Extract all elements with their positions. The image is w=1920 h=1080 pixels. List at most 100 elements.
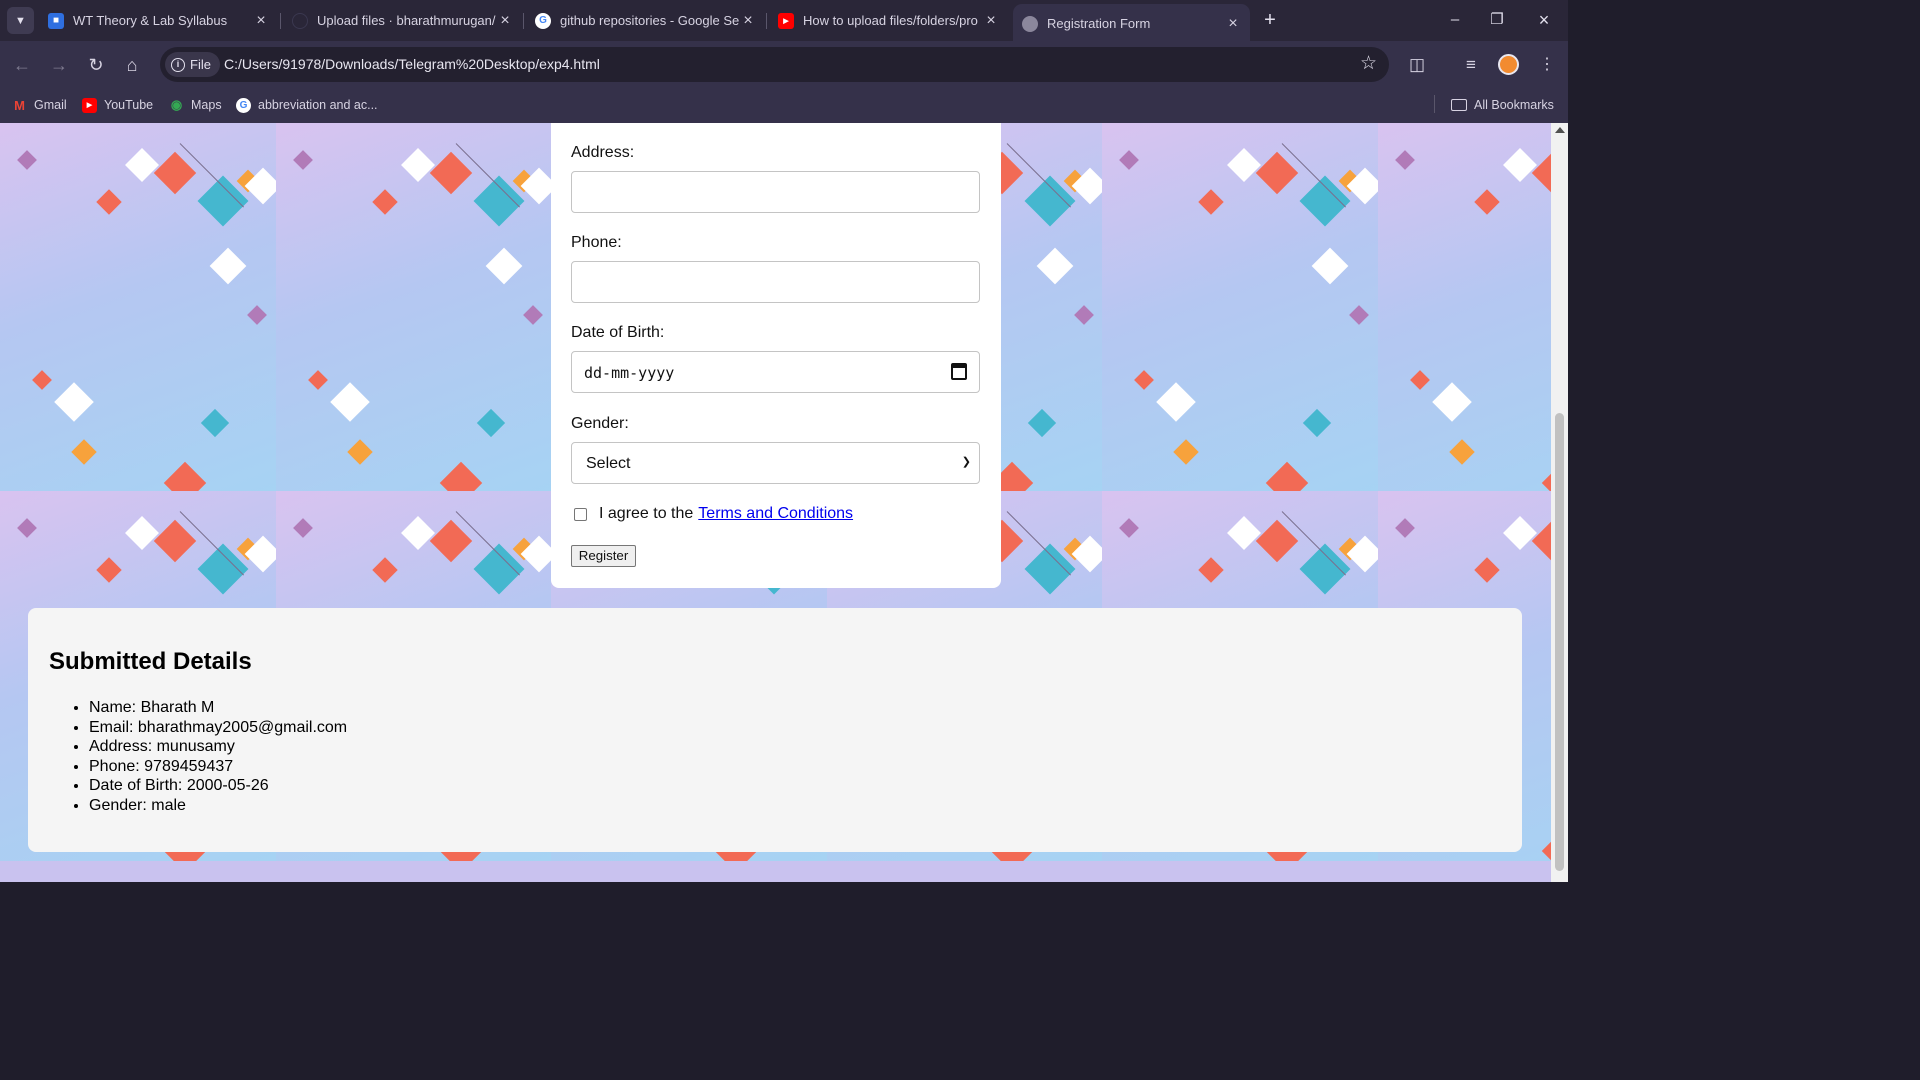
submitted-details-panel: Submitted Details Name: Bharath M Email:…: [28, 608, 1522, 852]
diamond-shape: [1027, 408, 1057, 438]
close-icon[interactable]: ×: [496, 12, 514, 30]
address-bar[interactable]: i File C:/Users/91978/Downloads/Telegram…: [160, 47, 1389, 82]
pattern-tile: [1102, 123, 1378, 493]
diamond-shape: [1198, 557, 1224, 583]
diamond-shape: [125, 516, 159, 550]
gender-select[interactable]: Select ❯: [571, 442, 980, 484]
details-heading: Submitted Details: [49, 648, 252, 675]
all-bookmarks-button[interactable]: All Bookmarks: [1451, 95, 1554, 115]
google-icon: G: [236, 97, 251, 113]
terms-link[interactable]: Terms and Conditions: [698, 505, 853, 523]
diamond-shape: [125, 148, 159, 182]
tab-registration-form[interactable]: Registration Form ×: [1013, 4, 1250, 41]
registration-form: Address: Phone: Date of Birth: dd-mm-yyy…: [551, 123, 1001, 588]
dob-input[interactable]: dd-mm-yyyy: [571, 351, 980, 393]
scroll-up-icon[interactable]: [1555, 127, 1565, 133]
info-icon: i: [171, 57, 185, 72]
terms-row: I agree to the Terms and Conditions: [574, 505, 853, 523]
page-viewport: Address: Phone: Date of Birth: dd-mm-yyy…: [0, 123, 1568, 882]
browser-toolbar: ← → ↻ ⌂ i File C:/Users/91978/Downloads/…: [0, 41, 1568, 87]
dob-label: Date of Birth:: [571, 324, 665, 341]
diamond-shape: [1119, 150, 1139, 170]
diamond-shape: [96, 189, 122, 215]
bookmark-youtube[interactable]: ▶ YouTube: [82, 95, 153, 115]
diamond-shape: [372, 189, 398, 215]
dob-placeholder: dd-mm-yyyy: [584, 364, 675, 382]
bookmark-maps[interactable]: ◉ Maps: [169, 95, 222, 115]
diamond-shape: [247, 305, 267, 325]
diamond-shape: [429, 519, 473, 563]
address-input[interactable]: [571, 171, 980, 213]
close-icon[interactable]: ×: [982, 12, 1000, 30]
diamond-shape: [17, 518, 37, 538]
diamond-shape: [1395, 150, 1415, 170]
register-button[interactable]: Register: [571, 545, 636, 567]
bookmark-star-icon[interactable]: ☆: [1360, 52, 1377, 75]
close-icon[interactable]: ×: [1224, 15, 1242, 33]
diamond-shape: [1349, 305, 1369, 325]
diamond-shape: [347, 439, 373, 465]
scrollbar-thumb[interactable]: [1555, 413, 1564, 871]
site-info-chip[interactable]: i File: [165, 52, 220, 77]
tab-divider: [523, 13, 524, 29]
maps-pin-icon: ◉: [170, 97, 183, 112]
youtube-icon: ▶: [82, 97, 97, 113]
diamond-shape: [372, 557, 398, 583]
bookmark-abbreviation[interactable]: G abbreviation and ac...: [236, 95, 378, 115]
media-controls-icon[interactable]: ≡: [1459, 53, 1483, 77]
new-tab-button[interactable]: +: [1259, 9, 1281, 31]
back-button[interactable]: ←: [10, 53, 34, 77]
gender-selected-value: Select: [586, 455, 631, 472]
diamond-shape: [153, 151, 197, 195]
forward-button[interactable]: →: [47, 53, 71, 77]
page-scrollbar[interactable]: [1551, 123, 1568, 882]
google-icon: G: [535, 12, 551, 29]
detail-phone: Phone: 9789459437: [89, 757, 347, 777]
more-menu-icon[interactable]: ⋮: [1535, 53, 1559, 77]
diamond-shape: [308, 370, 328, 390]
url-text[interactable]: C:/Users/91978/Downloads/Telegram%20Desk…: [224, 56, 600, 72]
diamond-shape: [1449, 439, 1475, 465]
diamond-shape: [1432, 382, 1472, 422]
home-button[interactable]: ⌂: [120, 53, 144, 77]
folder-icon: [1451, 99, 1467, 111]
diamond-shape: [17, 150, 37, 170]
address-label: Address:: [571, 144, 635, 161]
diamond-shape: [1311, 247, 1349, 285]
chevron-down-icon: ❯: [961, 456, 971, 468]
diamond-shape: [1503, 516, 1537, 550]
diamond-shape: [1265, 461, 1309, 493]
bookmark-label: Gmail: [34, 98, 67, 112]
google-sites-icon: ■: [48, 12, 64, 29]
tab-github-upload[interactable]: Upload files · bharathmurugan/ ×: [292, 6, 514, 35]
tab-youtube-video[interactable]: ▶ How to upload files/folders/pro ×: [778, 6, 1000, 35]
gmail-icon: M: [14, 97, 25, 113]
restore-button[interactable]: ❐: [1485, 9, 1509, 31]
close-window-button[interactable]: ×: [1532, 9, 1556, 31]
reload-button[interactable]: ↻: [84, 53, 108, 77]
tab-wt-syllabus[interactable]: ■ WT Theory & Lab Syllabus ×: [48, 6, 270, 35]
tab-title: github repositories - Google Se: [560, 13, 739, 28]
diamond-shape: [1474, 189, 1500, 215]
diamond-shape: [476, 408, 506, 438]
bookmark-gmail[interactable]: M Gmail: [12, 95, 67, 115]
diamond-shape: [330, 382, 370, 422]
agree-text: I agree to the: [599, 505, 694, 522]
calendar-icon[interactable]: [951, 363, 967, 380]
close-icon[interactable]: ×: [739, 12, 757, 30]
tab-search-button[interactable]: ▼: [7, 7, 34, 34]
terms-checkbox[interactable]: [574, 507, 587, 521]
close-icon[interactable]: ×: [252, 12, 270, 30]
detail-gender: Gender: male: [89, 796, 347, 816]
tab-google-search[interactable]: G github repositories - Google Se ×: [535, 6, 757, 35]
diamond-shape: [96, 557, 122, 583]
phone-input[interactable]: [571, 261, 980, 303]
extensions-icon[interactable]: ◫: [1405, 53, 1429, 77]
pattern-tile: [1378, 123, 1568, 493]
minimize-button[interactable]: –: [1443, 9, 1467, 31]
reload-icon: ↻: [88, 55, 104, 75]
diamond-shape: [1410, 370, 1430, 390]
diamond-shape: [523, 305, 543, 325]
diamond-shape: [293, 518, 313, 538]
profile-avatar[interactable]: [1498, 54, 1519, 75]
